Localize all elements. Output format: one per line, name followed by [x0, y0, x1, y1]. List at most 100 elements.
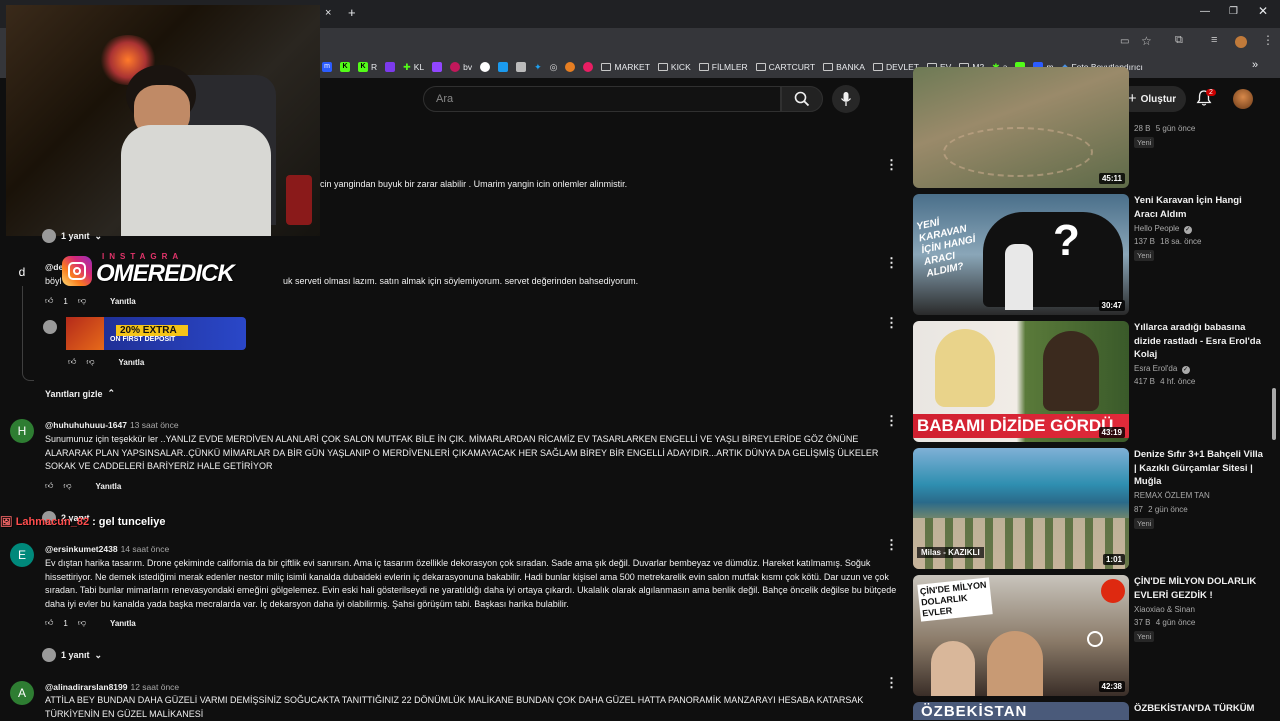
- bookmark-item[interactable]: [498, 62, 509, 72]
- dislike-icon[interactable]: 👎︎: [63, 481, 71, 491]
- bookmark-star-icon[interactable]: ☆: [1141, 34, 1152, 48]
- comment-avatar[interactable]: d: [10, 260, 34, 284]
- reply-avatar: [42, 648, 56, 662]
- bookmark-item[interactable]: ◎: [550, 62, 558, 73]
- like-icon[interactable]: 👍︎: [45, 481, 53, 491]
- comment-menu-icon[interactable]: ⋮: [885, 538, 898, 551]
- account-avatar[interactable]: [1233, 89, 1253, 109]
- search-input[interactable]: Ara: [423, 86, 781, 112]
- restore-icon[interactable]: ❐: [1229, 6, 1238, 17]
- bookmark-item[interactable]: ✚ KL: [403, 62, 424, 73]
- bookmark-folder[interactable]: BANKA: [823, 62, 865, 72]
- video-views: 37 B: [1134, 618, 1151, 627]
- comment-menu-icon[interactable]: ⋮: [885, 676, 898, 689]
- window-close-icon[interactable]: ✕: [1258, 4, 1268, 18]
- comment-avatar[interactable]: E: [10, 543, 34, 567]
- comment-avatar[interactable]: A: [10, 681, 34, 705]
- bookmark-item[interactable]: KR: [358, 62, 377, 72]
- avatar-letter: d: [18, 265, 26, 279]
- like-icon[interactable]: 👍︎: [68, 357, 76, 367]
- video-title[interactable]: Yıllarca aradığı babasına dizide rastlad…: [1134, 321, 1264, 362]
- thumbnail-text: BABAMI DİZİDE GÖRDÜ: [913, 414, 1129, 438]
- scrollbar[interactable]: [1272, 388, 1276, 440]
- thread-line: [22, 286, 34, 381]
- bookmark-item[interactable]: [480, 62, 491, 72]
- video-thumbnail[interactable]: 45:11: [913, 67, 1129, 188]
- bookmark-star-blue-icon: ✦: [534, 61, 542, 72]
- profile-icon[interactable]: [1235, 36, 1247, 48]
- hide-replies-button[interactable]: Yanıtları gizle ⌃: [45, 388, 115, 399]
- video-channel[interactable]: Esra Erol'da ✓: [1134, 364, 1190, 374]
- video-thumbnail[interactable]: ÖZBEKİSTAN: [913, 702, 1129, 720]
- bookmark-item[interactable]: bv: [450, 62, 472, 72]
- comment-menu-icon[interactable]: ⋮: [885, 414, 898, 427]
- bookmark-item[interactable]: [565, 62, 576, 72]
- bookmark-item[interactable]: [516, 62, 527, 72]
- video-title[interactable]: ÇİN'DE MİLYON DOLARLIK EVLERİ GEZDİK !: [1134, 575, 1264, 602]
- video-thumbnail[interactable]: ? YENİ KARAVAN İÇİN HANGİ ARACI ALDIM? 3…: [913, 194, 1129, 315]
- video-thumbnail[interactable]: Milas - KAZIKLI 1:01: [913, 448, 1129, 569]
- search-button[interactable]: [781, 86, 823, 112]
- bookmark-item[interactable]: [432, 62, 443, 72]
- reply-button[interactable]: Yanıtla: [110, 619, 136, 628]
- browser-menu-icon[interactable]: ⋮: [1262, 33, 1274, 47]
- comment-avatar[interactable]: H: [10, 419, 34, 443]
- bookmark-folder[interactable]: DEVLET: [872, 62, 919, 72]
- comment-author[interactable]: @huhuhuhuuu-1647 13 saat önce: [45, 420, 179, 430]
- bookmark-folder[interactable]: CARTCURT: [755, 62, 815, 72]
- cast-icon[interactable]: ▭: [1120, 36, 1129, 47]
- comment-author[interactable]: @de: [45, 262, 63, 272]
- video-meta: 28 B 5 gün önce: [1134, 124, 1195, 133]
- dislike-icon[interactable]: 👎︎: [78, 618, 86, 628]
- video-title[interactable]: Denize Sıfır 3+1 Bahçeli Villa | Kazıklı…: [1134, 448, 1264, 489]
- like-icon[interactable]: 👍︎: [45, 618, 53, 628]
- extensions-icon[interactable]: ⧉: [1175, 34, 1183, 47]
- video-thumbnail[interactable]: ÇİN'DE MİLYON DOLARLIK EVLER 42:38: [913, 575, 1129, 696]
- view-replies-button[interactable]: 1 yanıt ⌄: [42, 229, 102, 243]
- comment-menu-icon[interactable]: ⋮: [885, 256, 898, 269]
- close-tab-icon[interactable]: ×: [325, 7, 331, 19]
- bookmark-folder[interactable]: MARKET: [601, 62, 650, 72]
- bookmark-folder[interactable]: KICK: [657, 62, 691, 72]
- bookmark-item[interactable]: [385, 62, 396, 72]
- dislike-icon[interactable]: 👎︎: [78, 296, 86, 306]
- bookmark-label: KL: [413, 62, 425, 72]
- video-thumbnail[interactable]: BABAMI DİZİDE GÖRDÜ 43:19: [913, 321, 1129, 442]
- person-left: [931, 641, 975, 696]
- minimize-icon[interactable]: —: [1200, 6, 1210, 17]
- comment-menu-icon[interactable]: ⋮: [885, 316, 898, 329]
- bookmark-item[interactable]: K: [340, 62, 350, 72]
- folder-icon: [657, 63, 668, 71]
- bookmark-item[interactable]: [583, 62, 594, 72]
- houses: [913, 518, 1129, 569]
- reply-button[interactable]: Yanıtla: [110, 297, 136, 306]
- video-title[interactable]: ÖZBEKİSTAN'DA TÜRKÜM: [1134, 702, 1264, 716]
- promo-image: [66, 317, 104, 350]
- comment-author[interactable]: @alinadirarslan8199 12 saat önce: [45, 682, 179, 692]
- video-channel[interactable]: Xiaoxiao & Sinan: [1134, 605, 1195, 614]
- comment-menu-icon[interactable]: ⋮: [885, 158, 898, 171]
- reply-button[interactable]: Yanıtla: [119, 358, 145, 367]
- chat-text: : gel tunceliye: [92, 516, 166, 528]
- video-channel[interactable]: REMAX ÖZLEM TAN: [1134, 491, 1210, 500]
- bookmark-folder[interactable]: FİLMLER: [698, 62, 748, 72]
- reading-list-icon[interactable]: ≡: [1211, 34, 1217, 46]
- voice-search-button[interactable]: [832, 85, 860, 113]
- bookmark-item[interactable]: m: [322, 62, 332, 72]
- red-object: [286, 175, 312, 225]
- reply-avatar[interactable]: [43, 320, 57, 334]
- bookmark-purple-icon: [385, 62, 396, 72]
- video-duration: 42:38: [1098, 681, 1125, 692]
- more-bookmarks-icon[interactable]: »: [1252, 59, 1258, 71]
- view-replies-button[interactable]: 1 yanıt ⌄: [42, 648, 102, 662]
- comment-author[interactable]: @ersinkumet2438 14 saat önce: [45, 544, 169, 554]
- like-icon[interactable]: 👍︎: [45, 296, 53, 306]
- dislike-icon[interactable]: 👎︎: [86, 357, 94, 367]
- video-title[interactable]: Yeni Karavan İçin Hangi Aracı Aldım: [1134, 194, 1264, 221]
- video-meta: 417 B 4 hf. önce: [1134, 377, 1195, 386]
- new-tab-icon[interactable]: +: [348, 5, 356, 20]
- video-meta: 137 B 18 sa. önce: [1134, 237, 1202, 246]
- video-channel[interactable]: Hello People ✓: [1134, 224, 1192, 234]
- reply-button[interactable]: Yanıtla: [96, 482, 122, 491]
- bookmark-item[interactable]: ✦: [534, 62, 542, 73]
